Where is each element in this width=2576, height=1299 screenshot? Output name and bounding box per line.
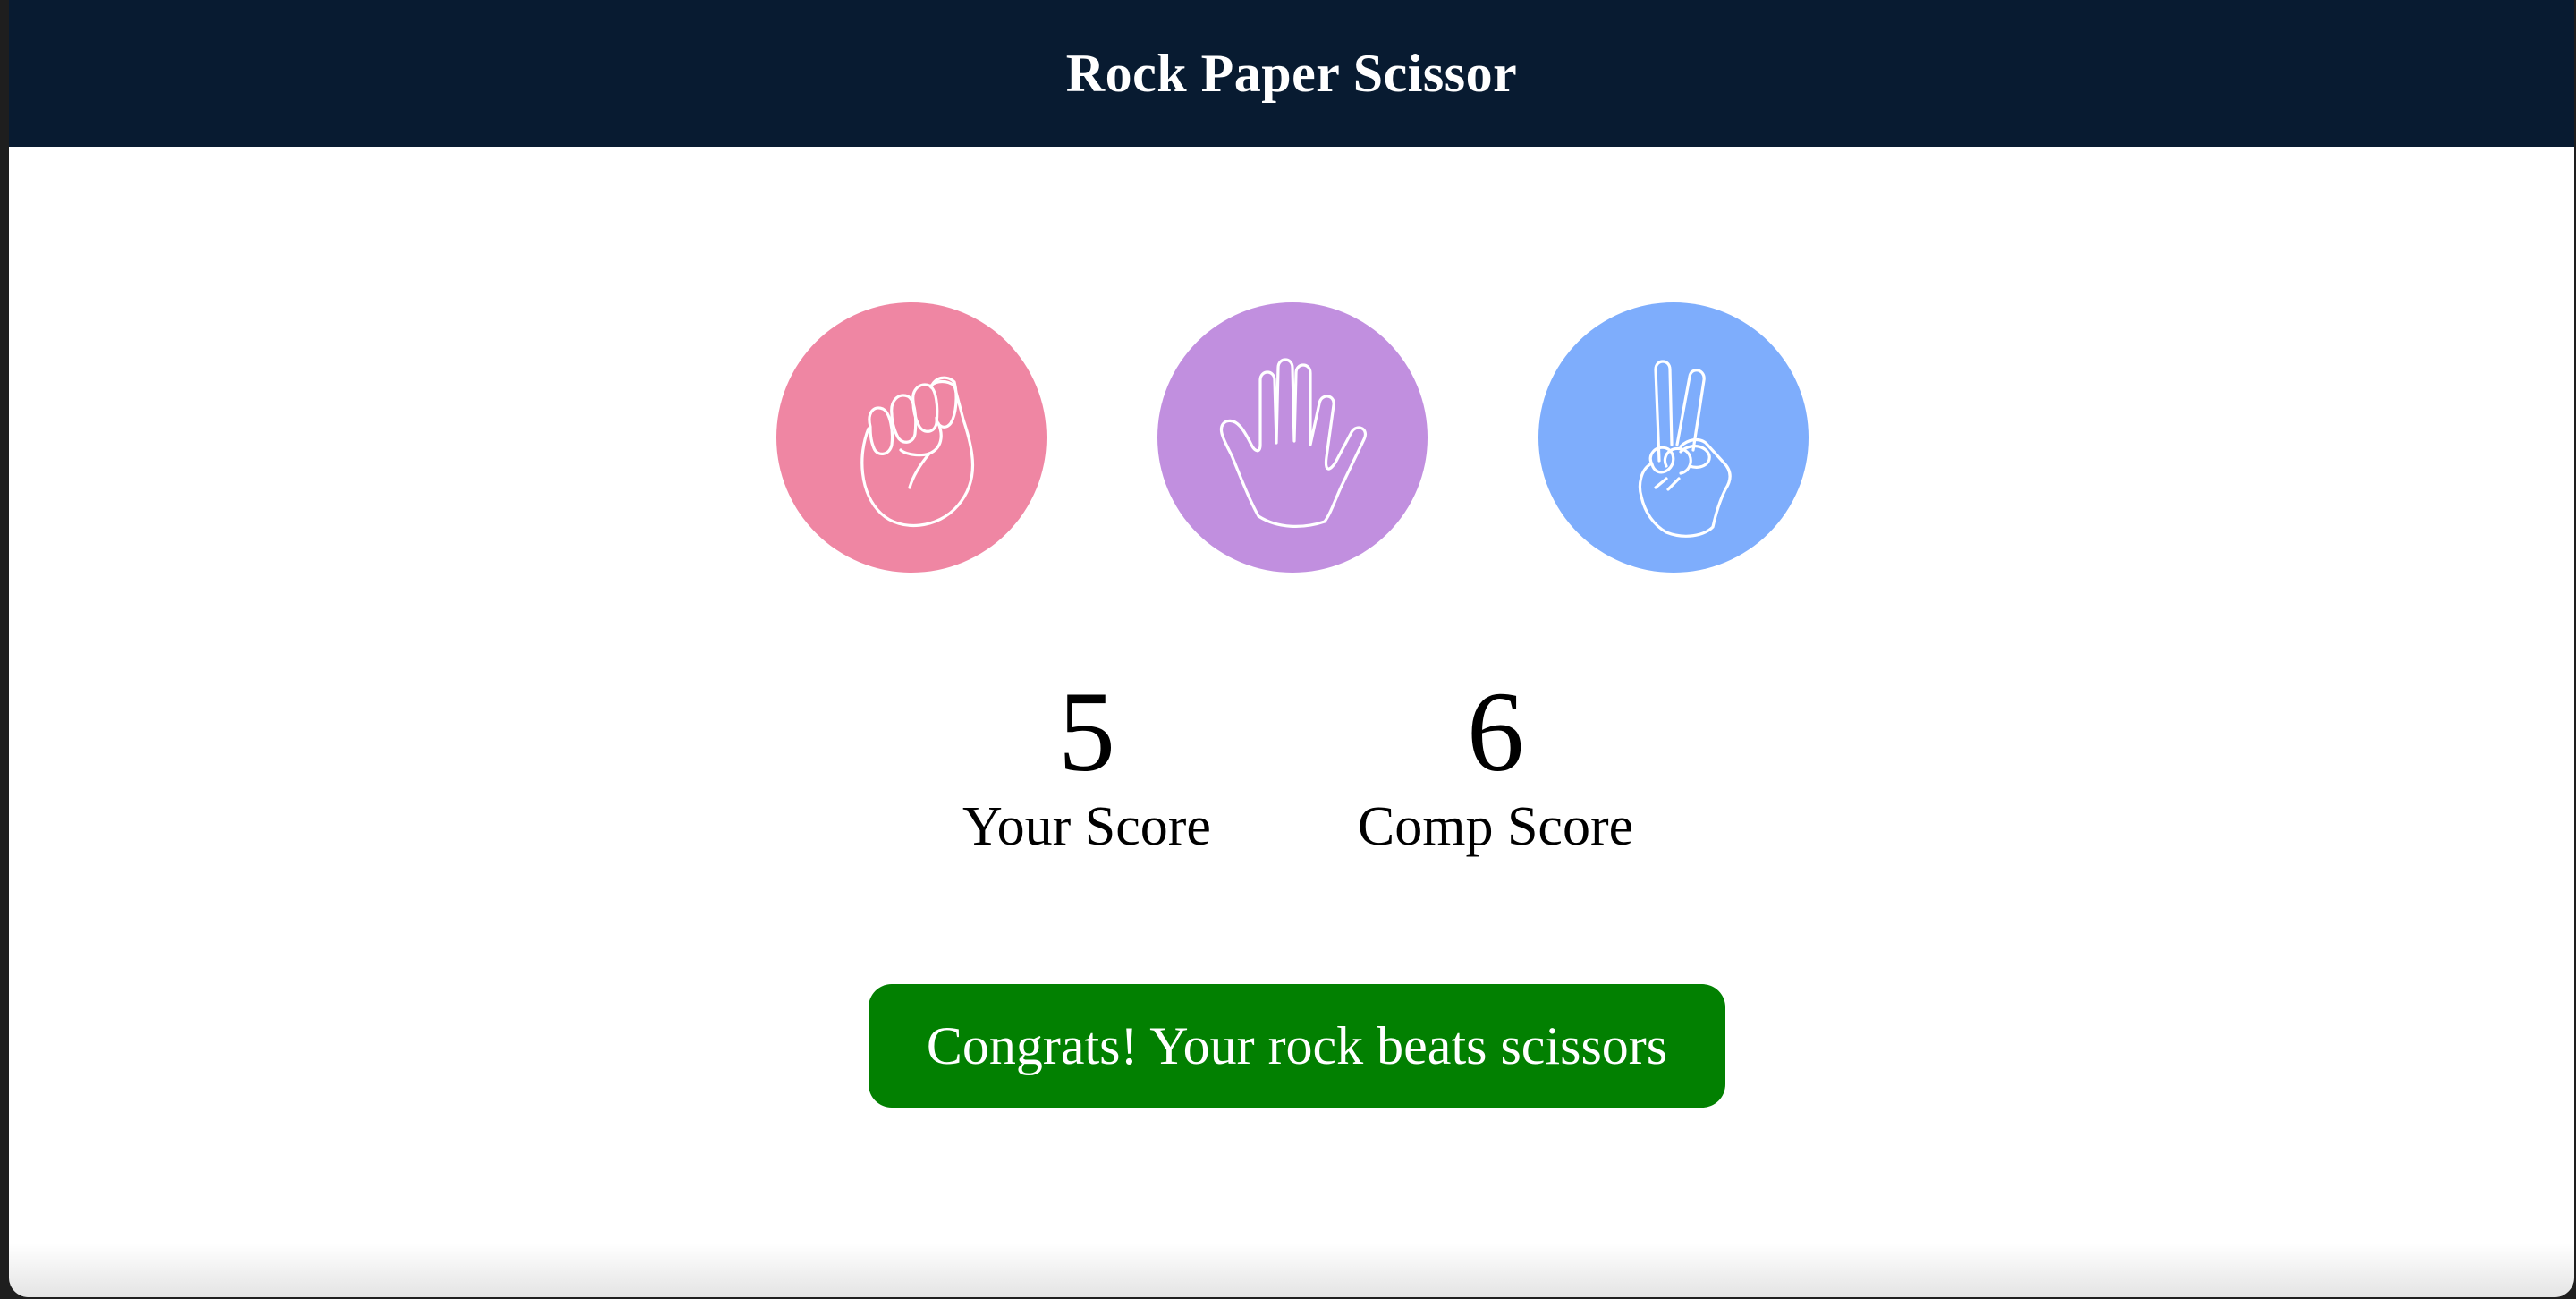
bottom-shadow (9, 1244, 2574, 1297)
header-bar: Rock Paper Scissor (9, 0, 2574, 147)
result-message: Congrats! Your rock beats scissors (869, 984, 1725, 1108)
paper-hand-icon (1219, 358, 1367, 528)
rock-choice-button[interactable] (776, 302, 1046, 573)
user-score-value: 5 (1058, 668, 1115, 795)
page-title: Rock Paper Scissor (1065, 43, 1518, 103)
scissors-choice-button[interactable] (1538, 302, 1809, 573)
comp-score-label: Comp Score (1357, 796, 1634, 857)
game-page: Rock Paper Scissor 5 Your Score 6 Comp S… (9, 0, 2574, 1297)
scissors-hand-icon (1638, 360, 1732, 538)
paper-choice-button[interactable] (1157, 302, 1428, 573)
user-score-label: Your Score (962, 796, 1211, 857)
comp-score-block: 6 Comp Score (1308, 669, 1683, 862)
user-score-block: 5 Your Score (899, 669, 1275, 862)
choices-container (776, 302, 1823, 573)
rock-hand-icon (860, 376, 974, 528)
comp-score-value: 6 (1467, 668, 1524, 795)
